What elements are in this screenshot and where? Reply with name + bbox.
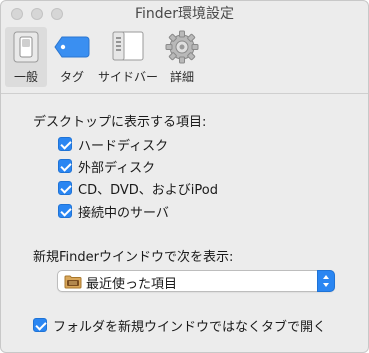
new-window-target-popup[interactable]: 最近使った項目 xyxy=(57,270,335,292)
tab-general[interactable]: 一般 xyxy=(5,27,47,87)
tab-general-label: 一般 xyxy=(13,70,38,84)
tab-tags-label: タグ xyxy=(59,70,84,84)
general-switch-icon xyxy=(12,30,40,68)
gear-icon xyxy=(165,30,199,68)
checkbox-connected-servers-label: 接続中のサーバ xyxy=(78,205,169,221)
tab-sidebar[interactable]: サイドバー xyxy=(96,27,160,87)
desktop-items-heading: デスクトップに表示する項目: xyxy=(33,115,207,130)
chevron-down-icon xyxy=(323,283,329,287)
checkbox-external-disks[interactable]: 外部ディスク xyxy=(58,158,156,176)
checkbox-checked[interactable] xyxy=(33,318,47,332)
finder-preferences-window: Finder環境設定 一般 タグ サイドバー 詳細 デスクトップに表示する項目:… xyxy=(0,0,369,353)
checkbox-checked[interactable] xyxy=(58,181,72,195)
close-button[interactable] xyxy=(11,8,23,20)
checkbox-checked[interactable] xyxy=(58,204,72,218)
tab-sidebar-label: サイドバー xyxy=(97,70,158,84)
tab-advanced-label: 詳細 xyxy=(169,70,194,84)
checkbox-checked[interactable] xyxy=(58,159,72,173)
sidebar-icon xyxy=(112,30,144,66)
tag-icon xyxy=(54,35,90,63)
tab-tags[interactable]: タグ xyxy=(51,27,93,87)
recents-folder-icon xyxy=(64,274,82,293)
new-window-target-value: 最近使った項目 xyxy=(86,277,178,292)
checkbox-hard-disks-label: ハードディスク xyxy=(78,138,169,154)
checkbox-open-folders-in-tabs[interactable]: フォルダを新規ウインドウではなくタブで開く xyxy=(33,317,327,335)
checkbox-checked[interactable] xyxy=(58,137,72,151)
preferences-toolbar: 一般 タグ サイドバー 詳細 xyxy=(1,27,368,94)
checkbox-open-folders-in-tabs-label: フォルダを新規ウインドウではなくタブで開く xyxy=(53,319,327,335)
checkbox-external-disks-label: 外部ディスク xyxy=(78,160,156,176)
zoom-button[interactable] xyxy=(51,8,63,20)
checkbox-cds-dvds-ipods[interactable]: CD、DVD、およびiPod xyxy=(58,180,218,198)
window-title: Finder環境設定 xyxy=(134,6,235,22)
new-window-heading: 新規Finderウインドウで次を表示: xyxy=(33,250,234,265)
checkbox-cds-dvds-ipods-label: CD、DVD、およびiPod xyxy=(78,182,218,198)
chevron-up-icon xyxy=(323,275,329,279)
minimize-button[interactable] xyxy=(31,8,43,20)
checkbox-connected-servers[interactable]: 接続中のサーバ xyxy=(58,203,169,221)
tab-advanced[interactable]: 詳細 xyxy=(161,27,203,87)
popup-stepper[interactable] xyxy=(317,270,335,292)
title-bar: Finder環境設定 xyxy=(1,1,368,27)
checkbox-hard-disks[interactable]: ハードディスク xyxy=(58,136,169,154)
